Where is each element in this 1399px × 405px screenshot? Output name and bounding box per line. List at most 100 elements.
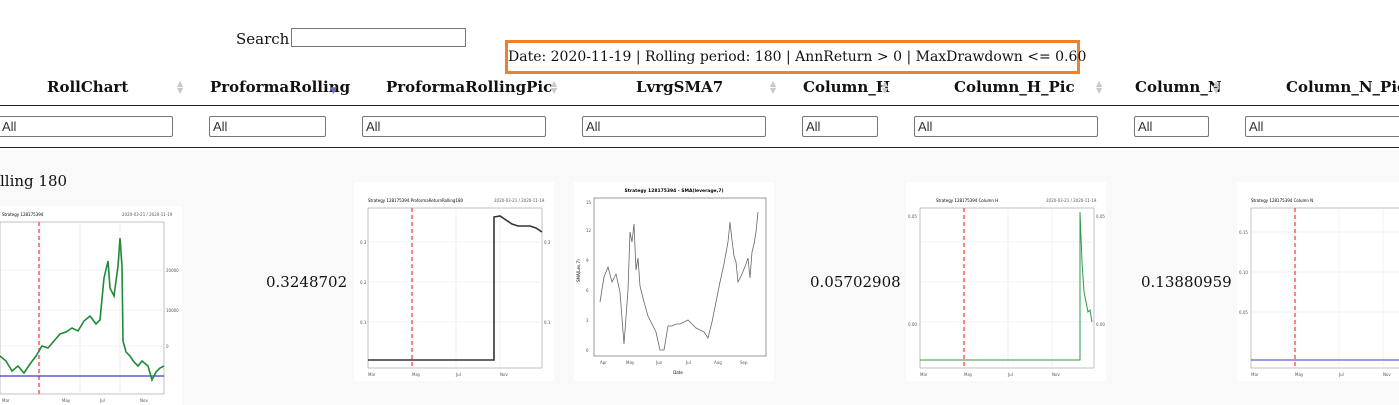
filter-column-n[interactable] bbox=[1134, 116, 1209, 137]
svg-text:9: 9 bbox=[586, 258, 589, 263]
header-column-n[interactable]: Column_N bbox=[1135, 78, 1222, 96]
header-lvrg-sma7[interactable]: LvrgSMA7 bbox=[636, 78, 723, 96]
svg-text:Aug: Aug bbox=[714, 360, 722, 365]
rollchart-plot-title: Strategy 128175394 bbox=[2, 212, 44, 217]
axis-ticks: 0.3 0.2 0.1 0.3 0.1 Mar May Jul Nov bbox=[360, 240, 551, 377]
header-column-n-pic[interactable]: Column_N_Pic bbox=[1286, 78, 1399, 96]
svg-text:3: 3 bbox=[586, 318, 589, 323]
proforma-plot-range: 2020-03-21 / 2020-11-19 bbox=[494, 198, 545, 203]
sort-icon[interactable]: ▲ ▼ bbox=[1213, 80, 1219, 95]
sort-icon[interactable]: ▲ ▼ bbox=[770, 80, 776, 95]
column-h-plot: Strategy 128175394 Column H 2020-03-21 /… bbox=[906, 182, 1106, 381]
svg-text:0.10: 0.10 bbox=[1239, 270, 1248, 275]
svg-text:0.00: 0.00 bbox=[1096, 322, 1105, 327]
gridlines bbox=[0, 222, 164, 394]
svg-text:May: May bbox=[626, 360, 635, 365]
svg-text:0.3: 0.3 bbox=[360, 240, 367, 245]
column-n-value: 0.13880959 bbox=[1141, 273, 1232, 291]
filter-rollchart[interactable] bbox=[0, 116, 173, 137]
header-rule bbox=[0, 105, 1399, 106]
header-rollchart[interactable]: RollChart bbox=[47, 78, 128, 96]
rollchart-plot-range: 2020-03-21 / 2020-11-19 bbox=[122, 212, 173, 217]
svg-text:Mar: Mar bbox=[368, 372, 376, 377]
axis-ticks: 0.05 0.00 0.05 0.00 Mar May Jul Nov bbox=[908, 214, 1105, 377]
plot-frame bbox=[0, 221, 165, 395]
plot-frame bbox=[367, 207, 543, 369]
proforma-plot-title: Strategy 128175394 ProformaReturnRolling… bbox=[368, 198, 464, 203]
svg-text:Nov: Nov bbox=[1383, 372, 1391, 377]
svg-text:Nov: Nov bbox=[140, 398, 148, 403]
svg-text:Jul: Jul bbox=[99, 398, 105, 403]
gridlines bbox=[1251, 208, 1399, 368]
proforma-rolling-value: 0.3248702 bbox=[266, 273, 348, 291]
filter-banner: Date: 2020-11-19 | Rolling period: 180 |… bbox=[505, 40, 1086, 74]
header-column-h-pic[interactable]: Column_H_Pic bbox=[954, 78, 1075, 96]
gridlines bbox=[368, 208, 542, 368]
filter-lvrg-sma7[interactable] bbox=[582, 116, 766, 137]
rollchart-plot: Strategy 128175394 2020-03-21 / 2020-11-… bbox=[0, 206, 182, 405]
svg-text:May: May bbox=[964, 372, 973, 377]
coln-plot-title: Strategy 128175394 Column N bbox=[1251, 198, 1313, 203]
search-label: Search: bbox=[236, 30, 295, 48]
equity-series bbox=[0, 237, 165, 383]
svg-text:Apr: Apr bbox=[600, 360, 607, 365]
filter-proforma-rolling-pic[interactable] bbox=[362, 116, 546, 137]
filter-proforma-rolling[interactable] bbox=[209, 116, 326, 137]
svg-text:0.3: 0.3 bbox=[544, 240, 551, 245]
axis-ticks: 15 12 9 6 3 0 Apr May Jun Jul Aug Sep bbox=[586, 200, 748, 365]
sma-series bbox=[599, 211, 759, 351]
svg-text:0: 0 bbox=[166, 344, 169, 349]
column-h-value: 0.05702908 bbox=[810, 273, 901, 291]
svg-text:Nov: Nov bbox=[500, 372, 508, 377]
svg-text:Nov: Nov bbox=[1052, 372, 1060, 377]
sma-plot-title: Strategy 128175394 - SMA(leverage,7) bbox=[624, 188, 723, 194]
sort-icon[interactable]: ▲ ▼ bbox=[177, 80, 183, 95]
svg-text:Sep: Sep bbox=[740, 360, 748, 365]
svg-text:15: 15 bbox=[586, 200, 592, 205]
svg-text:0.05: 0.05 bbox=[1239, 310, 1248, 315]
svg-text:Jul: Jul bbox=[455, 372, 461, 377]
svg-text:May: May bbox=[62, 398, 71, 403]
axis-ticks: 0.15 0.10 0.05 Mar May Jul Nov bbox=[1239, 230, 1391, 377]
svg-text:0.15: 0.15 bbox=[1239, 230, 1248, 235]
header-proforma-rolling-pic[interactable]: ProformaRollingPic bbox=[386, 78, 552, 96]
sma-plot-xlabel: Date bbox=[673, 370, 683, 375]
filter-column-h[interactable] bbox=[802, 116, 878, 137]
svg-text:10000: 10000 bbox=[166, 308, 179, 313]
svg-text:Mar: Mar bbox=[920, 372, 928, 377]
svg-text:Jul: Jul bbox=[685, 360, 691, 365]
svg-text:20000: 20000 bbox=[166, 268, 179, 273]
svg-text:May: May bbox=[412, 372, 421, 377]
proforma-series bbox=[368, 215, 543, 361]
lvrg-sma7-plot: Strategy 128175394 - SMA(leverage,7) 15 1… bbox=[574, 182, 774, 381]
sma-plot-ylabel: SMA(Lev,7) bbox=[576, 259, 581, 282]
svg-text:12: 12 bbox=[586, 228, 592, 233]
svg-text:Mar: Mar bbox=[2, 398, 10, 403]
svg-text:Mar: Mar bbox=[1251, 372, 1259, 377]
svg-text:0.05: 0.05 bbox=[908, 214, 917, 219]
svg-text:0.1: 0.1 bbox=[544, 320, 551, 325]
colh-plot-range: 2020-03-21 / 2020-11-19 bbox=[1046, 198, 1097, 203]
rollchart-title: lling 180 bbox=[0, 172, 68, 190]
svg-text:0.1: 0.1 bbox=[360, 320, 367, 325]
svg-text:May: May bbox=[1295, 372, 1304, 377]
column-n-plot: Strategy 128175394 Column N 0.15 0.10 0.05… bbox=[1237, 182, 1399, 381]
svg-text:Jul: Jul bbox=[1338, 372, 1344, 377]
filter-column-h-pic[interactable] bbox=[914, 116, 1098, 137]
axis-ticks: 20000 10000 0 Mar May Jul Nov bbox=[2, 268, 179, 403]
sort-desc-icon[interactable]: ▼ bbox=[330, 86, 337, 96]
column-h-series bbox=[920, 211, 1093, 361]
svg-text:0.2: 0.2 bbox=[360, 280, 367, 285]
svg-text:0.00: 0.00 bbox=[908, 322, 917, 327]
filter-column-n-pic[interactable] bbox=[1245, 116, 1399, 137]
svg-text:6: 6 bbox=[586, 288, 589, 293]
header-column-h[interactable]: Column_H bbox=[803, 78, 890, 96]
filter-rule bbox=[0, 147, 1399, 148]
sort-icon[interactable]: ▲ ▼ bbox=[1096, 80, 1102, 95]
svg-text:0.05: 0.05 bbox=[1096, 214, 1105, 219]
svg-text:Jul: Jul bbox=[1007, 372, 1013, 377]
sort-icon[interactable]: ▲ ▼ bbox=[551, 80, 557, 95]
svg-text:0: 0 bbox=[586, 348, 589, 353]
sort-icon[interactable]: ▲ ▼ bbox=[882, 80, 888, 95]
search-input[interactable] bbox=[291, 28, 466, 47]
